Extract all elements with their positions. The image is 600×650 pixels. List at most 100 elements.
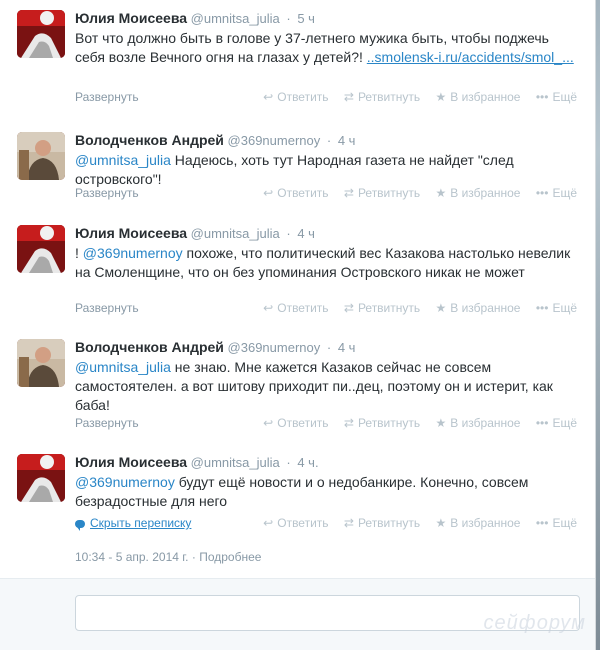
mention-link[interactable]: @umnitsa_julia [75, 152, 171, 168]
reply-label: Ответить [277, 301, 329, 315]
avatar[interactable] [17, 132, 65, 180]
more-button[interactable]: ••• Ещё [536, 90, 577, 104]
reply-icon: ↩ [263, 186, 274, 200]
tweet-link[interactable]: ..smolensk-i.ru/accidents/smol_... [367, 49, 574, 65]
tweet-focused[interactable]: Юлия Моисеева @umnitsa_julia · 4 ч. @369… [0, 444, 595, 578]
avatar-image [17, 454, 65, 502]
favorite-label: В избранное [450, 416, 521, 430]
tweet-timestamp[interactable]: 10:34 - 5 апр. 2014 г. [75, 550, 189, 564]
tweet-time[interactable]: 4 ч [338, 340, 356, 355]
tweet-footer: Развернуть ↩ Ответить ⇄ Ретвитнуть ★ В избр… [75, 90, 577, 108]
retweet-icon: ⇄ [343, 516, 354, 530]
favorite-button[interactable]: ★ В избранное [435, 416, 520, 430]
favorite-button[interactable]: ★ В избранное [435, 301, 520, 315]
tweet-footer: Скрыть переписку ↩ Ответить ⇄ Ретвитнуть ★… [75, 516, 577, 534]
favorite-label: В избранное [450, 516, 521, 530]
reply-icon: ↩ [263, 516, 274, 530]
reply-icon: ↩ [263, 301, 274, 315]
author-handle[interactable]: @369numernoy [228, 133, 321, 148]
mention-link[interactable]: @369numernoy [83, 245, 183, 261]
more-button[interactable]: ••• Ещё [536, 416, 577, 430]
tweet-footer: Развернуть ↩ Ответить ⇄ Ретвитнуть ★ В избр… [75, 186, 577, 204]
tweet-actions: ↩ Ответить ⇄ Ретвитнуть ★ В избранное ••• Ещ… [251, 516, 577, 530]
author-handle[interactable]: @umnitsa_julia [191, 226, 280, 241]
more-button[interactable]: ••• Ещё [536, 516, 577, 530]
author-name[interactable]: Юлия Моисеева [75, 225, 187, 241]
retweet-icon: ⇄ [343, 186, 354, 200]
tweet-text: @umnitsa_julia Надеюсь, хоть тут Народна… [75, 151, 577, 189]
tweet-time[interactable]: 4 ч [297, 226, 315, 241]
retweet-button[interactable]: ⇄ Ретвитнуть [344, 90, 420, 104]
author-handle[interactable]: @369numernoy [228, 340, 321, 355]
star-icon: ★ [435, 301, 447, 315]
mention-link[interactable]: @369numernoy [75, 474, 175, 490]
star-icon: ★ [435, 90, 447, 104]
avatar-image [17, 225, 65, 273]
avatar[interactable] [17, 339, 65, 387]
expand-link[interactable]: Развернуть [75, 301, 139, 315]
mention-link[interactable]: @umnitsa_julia [75, 359, 171, 375]
hide-conversation-label: Скрыть переписку [90, 516, 192, 530]
tweet-footer: Развернуть ↩ Ответить ⇄ Ретвитнуть ★ В избр… [75, 301, 577, 319]
reply-label: Ответить [277, 416, 329, 430]
tweet[interactable]: Юлия Моисеева @umnitsa_julia · 5 ч Вот ч… [0, 0, 595, 123]
more-label: Ещё [552, 416, 577, 430]
avatar[interactable] [17, 225, 65, 273]
tweet-content: Юлия Моисеева @umnitsa_julia · 5 ч Вот ч… [75, 10, 577, 67]
tweet-header: Юлия Моисеева @umnitsa_julia · 4 ч. [75, 454, 577, 471]
conversation-card: Юлия Моисеева @umnitsa_julia · 5 ч Вот ч… [0, 0, 596, 650]
retweet-button[interactable]: ⇄ Ретвитнуть [344, 416, 420, 430]
reply-label: Ответить [277, 90, 329, 104]
author-handle[interactable]: @umnitsa_julia [191, 11, 280, 26]
avatar-image [17, 339, 65, 387]
expand-link[interactable]: Развернуть [75, 416, 139, 430]
favorite-button[interactable]: ★ В избранное [435, 90, 520, 104]
more-dots-icon: ••• [535, 516, 549, 530]
tweet[interactable]: Володченков Андрей @369numernoy · 4 ч @u… [0, 122, 595, 216]
reply-button[interactable]: ↩ Ответить [263, 90, 328, 104]
retweet-button[interactable]: ⇄ Ретвитнуть [344, 516, 420, 530]
reply-button[interactable]: ↩ Ответить [263, 516, 328, 530]
details-link[interactable]: Подробнее [199, 550, 261, 564]
more-dots-icon: ••• [535, 90, 549, 104]
separator-dot: · [286, 226, 291, 241]
star-icon: ★ [435, 516, 447, 530]
author-name[interactable]: Юлия Моисеева [75, 10, 187, 26]
favorite-button[interactable]: ★ В избранное [435, 516, 520, 530]
retweet-label: Ретвитнуть [357, 186, 421, 200]
tweet-text-prefix: ! [75, 245, 83, 261]
avatar[interactable] [17, 454, 65, 502]
author-name[interactable]: Володченков Андрей [75, 132, 224, 148]
more-button[interactable]: ••• Ещё [536, 186, 577, 200]
reply-label: Ответить [277, 186, 329, 200]
tweet[interactable]: Юлия Моисеева @umnitsa_julia · 4 ч ! @36… [0, 215, 595, 330]
avatar[interactable] [17, 10, 65, 58]
tweet-time[interactable]: 4 ч. [297, 455, 318, 470]
tweet-meta: 10:34 - 5 апр. 2014 г. · Подробнее [75, 550, 261, 564]
favorite-button[interactable]: ★ В избранное [435, 186, 520, 200]
expand-link[interactable]: Развернуть [75, 90, 139, 104]
tweet-actions: ↩ Ответить ⇄ Ретвитнуть ★ В избранное ••• Ещ… [251, 186, 577, 200]
reply-button[interactable]: ↩ Ответить [263, 416, 328, 430]
tweet-header: Володченков Андрей @369numernoy · 4 ч [75, 339, 577, 356]
tweet[interactable]: Володченков Андрей @369numernoy · 4 ч @u… [0, 329, 595, 445]
retweet-button[interactable]: ⇄ Ретвитнуть [344, 301, 420, 315]
tweet-time[interactable]: 4 ч [338, 133, 356, 148]
tweet-header: Володченков Андрей @369numernoy · 4 ч [75, 132, 577, 149]
author-name[interactable]: Юлия Моисеева [75, 454, 187, 470]
tweet-time[interactable]: 5 ч [297, 11, 315, 26]
retweet-label: Ретвитнуть [357, 416, 421, 430]
hide-conversation-link[interactable]: Скрыть переписку [75, 516, 192, 531]
author-name[interactable]: Володченков Андрей [75, 339, 224, 355]
more-button[interactable]: ••• Ещё [536, 301, 577, 315]
watermark: сейфорум [483, 612, 586, 634]
reply-button[interactable]: ↩ Ответить [263, 301, 328, 315]
expand-link[interactable]: Развернуть [75, 186, 139, 200]
page: Юлия Моисеева @umnitsa_julia · 5 ч Вот ч… [0, 0, 600, 650]
author-handle[interactable]: @umnitsa_julia [191, 455, 280, 470]
retweet-button[interactable]: ⇄ Ретвитнуть [344, 186, 420, 200]
separator-dot: · [286, 11, 291, 26]
tweet-text: Вот что должно быть в голове у 37-летнег… [75, 29, 577, 67]
retweet-icon: ⇄ [343, 416, 354, 430]
reply-button[interactable]: ↩ Ответить [263, 186, 328, 200]
